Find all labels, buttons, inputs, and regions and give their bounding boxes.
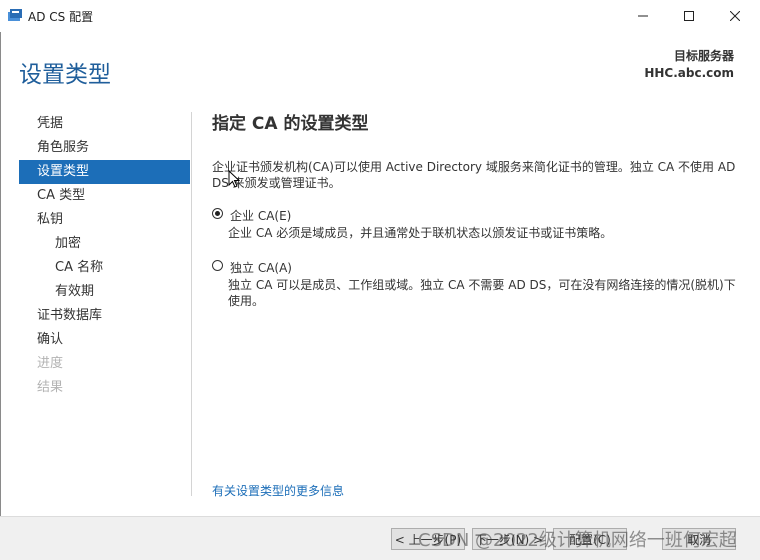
enterprise-ca-radio[interactable]: [212, 208, 223, 219]
sidebar-item-private-key[interactable]: 私钥: [19, 208, 190, 232]
maximize-button[interactable]: [666, 0, 712, 32]
wizard-sidebar: 凭据 角色服务 设置类型 CA 类型 私钥 加密 CA 名称 有效期 证书数据库…: [19, 112, 190, 400]
page-title: 设置类型: [19, 62, 111, 88]
mouse-cursor-icon: [228, 170, 240, 188]
standalone-ca-label[interactable]: 独立 CA(A): [230, 259, 292, 276]
target-server-value: HHC.abc.com: [644, 66, 734, 80]
sidebar-item-progress: 进度: [37, 356, 64, 371]
standalone-ca-description: 独立 CA 可以是成员、工作组或域。独立 CA 不需要 AD DS，可在没有网络…: [228, 278, 736, 308]
enterprise-ca-label[interactable]: 企业 CA(E): [230, 207, 291, 224]
title-bar[interactable]: AD CS 配置: [0, 0, 760, 32]
sidebar-item-results: 结果: [37, 380, 64, 395]
more-info-link[interactable]: 有关设置类型的更多信息: [212, 482, 344, 499]
sidebar-divider: [191, 112, 192, 496]
close-icon: [730, 11, 740, 21]
sidebar-item-confirmation[interactable]: 确认: [19, 328, 190, 352]
main-content: 指定 CA 的设置类型 企业证书颁发机构(CA)可以使用 Active Dire…: [212, 109, 737, 308]
close-button[interactable]: [712, 0, 758, 32]
window-title: AD CS 配置: [28, 10, 94, 24]
section-title: 指定 CA 的设置类型: [212, 114, 369, 134]
sidebar-item-setup-type[interactable]: 设置类型: [19, 160, 190, 184]
minimize-icon: [638, 15, 648, 17]
standalone-ca-radio[interactable]: [212, 260, 223, 271]
sidebar-item-ca-type[interactable]: CA 类型: [19, 184, 190, 208]
sidebar-item-role-services[interactable]: 角色服务: [19, 136, 190, 160]
enterprise-ca-description: 企业 CA 必须是域成员，并且通常处于联机状态以颁发证书或证书策略。: [228, 226, 613, 240]
target-server-label: 目标服务器: [673, 49, 734, 63]
minimize-button[interactable]: [620, 0, 666, 32]
sidebar-item-certificate-database[interactable]: 证书数据库: [19, 304, 190, 328]
sidebar-item-ca-name[interactable]: CA 名称: [19, 256, 190, 280]
server-manager-app-icon: [8, 9, 22, 21]
sidebar-item-cryptography[interactable]: 加密: [19, 232, 190, 256]
setup-type-description: 企业证书颁发机构(CA)可以使用 Active Directory 域服务来简化…: [212, 160, 736, 190]
sidebar-item-credentials[interactable]: 凭据: [19, 112, 190, 136]
sidebar-item-validity-period[interactable]: 有效期: [19, 280, 190, 304]
csdn-watermark: CSDN @2022级计算机网络一班何宏超: [418, 530, 737, 551]
maximize-icon: [684, 11, 694, 21]
